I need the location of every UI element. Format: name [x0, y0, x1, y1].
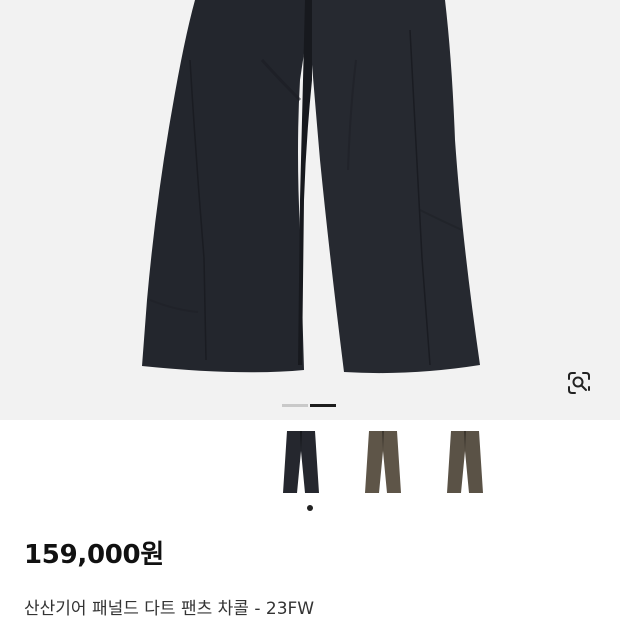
pants-thumbnail [283, 431, 319, 493]
pagination-dot[interactable] [282, 404, 308, 407]
gallery-pagination [282, 404, 338, 407]
selected-swatch-indicator [307, 505, 313, 511]
swatch-brown-2[interactable] [442, 428, 488, 498]
color-swatch-list [278, 428, 488, 498]
product-title: 산산기어 패널드 다트 팬츠 차콜 - 23FW [24, 599, 315, 619]
visual-search-icon [568, 372, 590, 394]
pagination-dot-active[interactable] [310, 404, 336, 407]
product-image[interactable] [0, 0, 620, 420]
visual-search-button[interactable] [566, 370, 600, 404]
product-price: 159,000원 [24, 540, 164, 570]
swatch-charcoal[interactable] [278, 428, 324, 498]
pants-thumbnail [447, 431, 483, 493]
pants-illustration [142, 0, 480, 374]
pants-thumbnail [365, 431, 401, 493]
swatch-brown[interactable] [360, 428, 406, 498]
